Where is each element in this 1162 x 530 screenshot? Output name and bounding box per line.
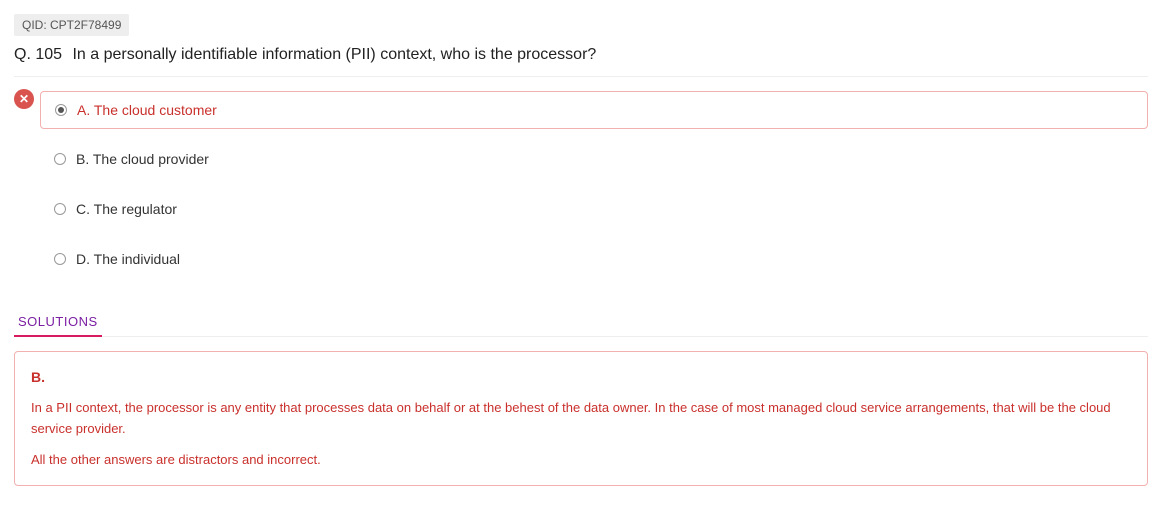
solutions-tab[interactable]: SOLUTIONS bbox=[14, 308, 102, 337]
question-row: Q. 105 In a personally identifiable info… bbox=[14, 46, 1148, 64]
question-number: Q. 105 bbox=[14, 46, 62, 63]
solutions-tab-wrap: SOLUTIONS bbox=[14, 307, 1148, 337]
option-a-text: A. The cloud customer bbox=[77, 102, 217, 118]
radio-b[interactable] bbox=[54, 153, 66, 165]
option-d-text: D. The individual bbox=[76, 251, 180, 267]
solution-paragraph-1: In a PII context, the processor is any e… bbox=[31, 398, 1131, 440]
option-c-text: C. The regulator bbox=[76, 201, 177, 217]
answer-option-b[interactable]: B. The cloud provider bbox=[40, 139, 1148, 179]
solution-box: B. In a PII context, the processor is an… bbox=[14, 351, 1148, 486]
answer-option-d[interactable]: D. The individual bbox=[40, 239, 1148, 279]
radio-a[interactable] bbox=[55, 104, 67, 116]
option-b-text: B. The cloud provider bbox=[76, 151, 209, 167]
qid-badge: QID: CPT2F78499 bbox=[14, 14, 129, 36]
solution-paragraph-2: All the other answers are distractors an… bbox=[31, 450, 1131, 471]
solution-heading: B. bbox=[31, 366, 1131, 388]
answer-option-c[interactable]: C. The regulator bbox=[40, 189, 1148, 229]
wrong-icon: ✕ bbox=[14, 89, 34, 109]
radio-d[interactable] bbox=[54, 253, 66, 265]
question-text: In a personally identifiable information… bbox=[72, 46, 596, 63]
divider bbox=[14, 76, 1148, 77]
radio-c[interactable] bbox=[54, 203, 66, 215]
answer-option-a[interactable]: A. The cloud customer bbox=[40, 91, 1148, 129]
answers-block: ✕ A. The cloud customer B. The cloud pro… bbox=[14, 91, 1148, 279]
